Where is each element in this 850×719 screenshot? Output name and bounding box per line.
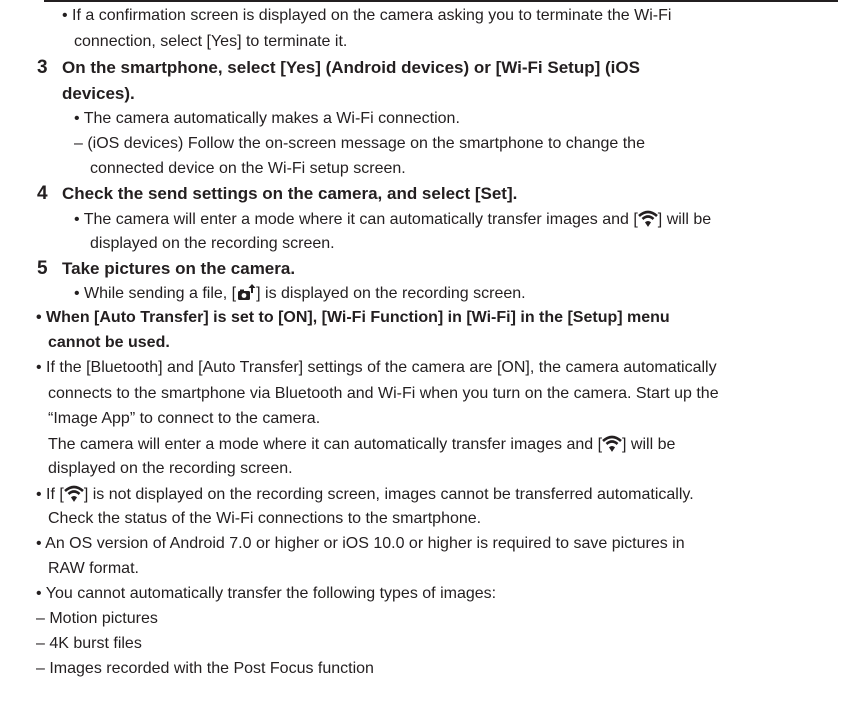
step-3-ios-line1: – (iOS devices) Follow the on-screen mes… [74,135,645,152]
step-3-heading-line1: On the smartphone, select [Yes] (Android… [62,58,640,77]
note-bluetooth-line1: • If the [Bluetooth] and [Auto Transfer]… [36,359,717,376]
restriction-item: – 4K burst files [36,635,142,652]
manual-page: • If a confirmation screen is displayed … [0,0,850,719]
step-4-heading: Check the send settings on the camera, a… [62,184,518,203]
step-3-bullet: • The camera automatically makes a Wi-Fi… [74,110,460,127]
step-5-number: 5 [37,258,48,279]
note-restrictions: • You cannot automatically transfer the … [36,585,497,602]
wifi-icon [637,209,658,227]
step-4-number: 4 [37,183,48,204]
note-wifi-status-line2: Check the status of the Wi-Fi connection… [48,510,482,527]
note-os-version-line2: RAW format. [48,560,139,577]
wifi-icon [602,434,622,452]
step-4-bullet-line2: displayed on the recording screen. [90,235,335,252]
note-terminate-line2: connection, select [Yes] to terminate it… [74,33,348,50]
note-bluetooth-line3: “Image App” to connect to the camera. [48,410,321,427]
restriction-item: – Images recorded with the Post Focus fu… [36,660,374,677]
step-3-number: 3 [37,57,48,78]
step-5-bullet: • While sending a file, [] is displayed … [74,283,526,302]
restriction-item: – Motion pictures [36,610,158,627]
note-os-version-line1: • An OS version of Android 7.0 or higher… [36,535,685,552]
step-5-heading: Take pictures on the camera. [62,259,296,278]
step-3-heading-line2: devices). [62,84,135,103]
step-4-bullet-line1: • The camera will enter a mode where it … [74,209,712,228]
step-3-ios-line2: connected device on the Wi-Fi setup scre… [90,160,406,177]
camera-upload-icon [236,283,256,301]
note-bluetooth-line2: connects to the smartphone via Bluetooth… [48,385,719,402]
wifi-icon [63,484,84,502]
section-divider [44,0,838,2]
note-bluetooth-line4: The camera will enter a mode where it ca… [48,434,676,453]
note-bluetooth-line5: displayed on the recording screen. [48,460,293,477]
note-terminate-line1: • If a confirmation screen is displayed … [62,7,672,24]
note-wifi-status-line1: • If [] is not displayed on the recordin… [36,484,694,503]
note-auto-transfer-line2: cannot be used. [48,334,170,351]
note-auto-transfer-line1: • When [Auto Transfer] is set to [ON], [… [36,309,670,326]
